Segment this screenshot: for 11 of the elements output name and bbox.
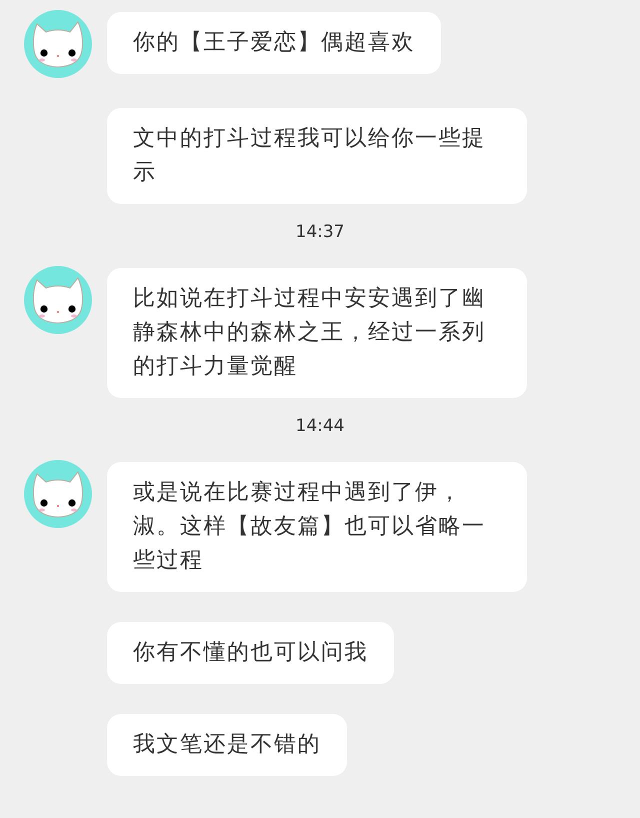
message-bubble: 或是说在比赛过程中遇到了伊，淑。这样【故友篇】也可以省略一些过程 — [107, 462, 527, 592]
message-bubble: 你的【王子爱恋】偶超喜欢 — [107, 12, 441, 74]
timestamp: 14:37 — [296, 222, 344, 242]
message-bubble: 文中的打斗过程我可以给你一些提示 — [107, 108, 527, 204]
message-bubble: 你有不懂的也可以问我 — [107, 622, 394, 684]
message-bubble: 比如说在打斗过程中安安遇到了幽静森林中的森林之王，经过一系列的打斗力量觉醒 — [107, 268, 527, 398]
avatar-icon[interactable] — [24, 10, 92, 78]
message-bubble: 我文笔还是不错的 — [107, 714, 347, 776]
timestamp: 14:44 — [296, 416, 344, 436]
avatar-icon[interactable] — [24, 266, 92, 334]
avatar-icon[interactable] — [24, 460, 92, 528]
